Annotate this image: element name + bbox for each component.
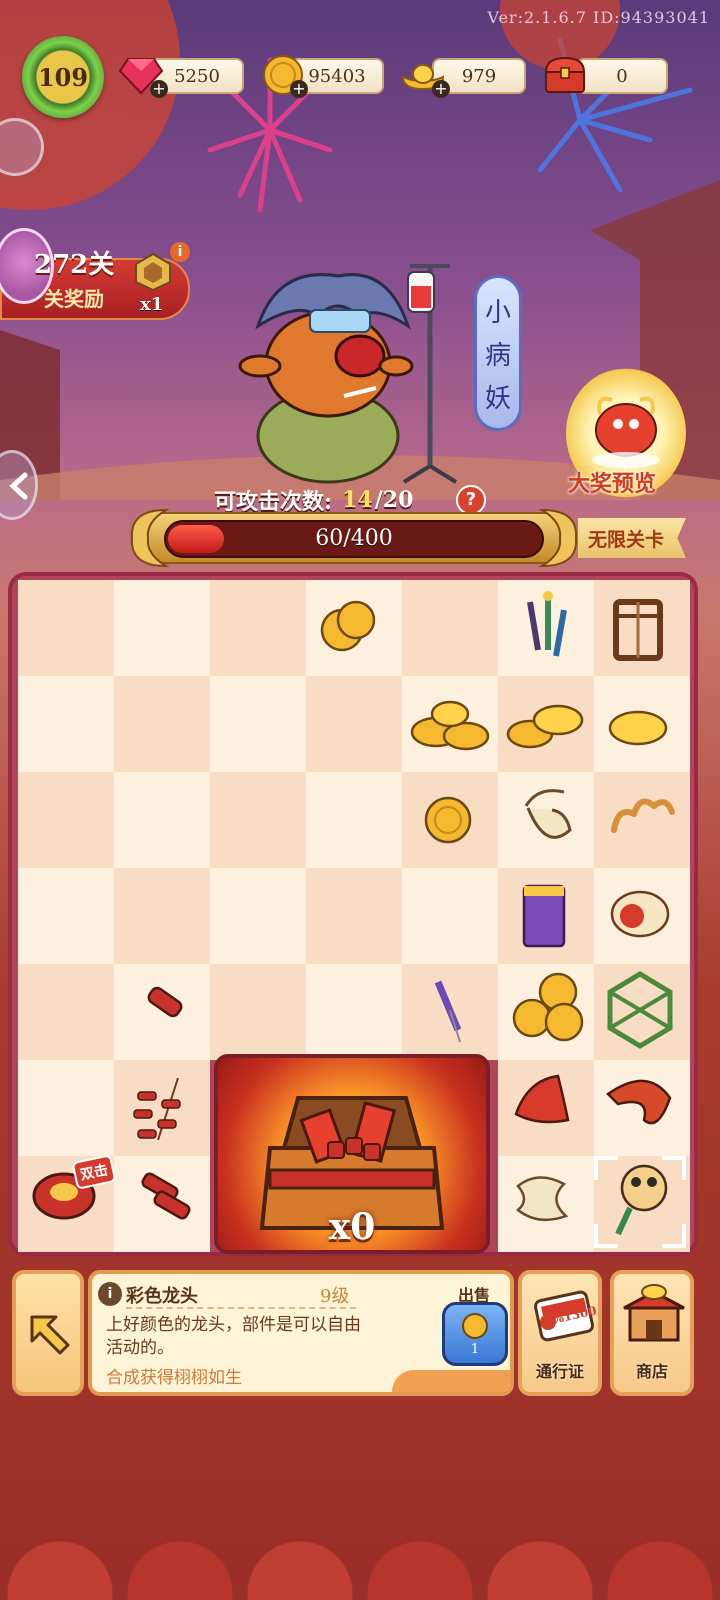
board-cell[interactable] bbox=[114, 580, 210, 676]
reward-medal-icon bbox=[130, 252, 176, 296]
board-cell[interactable] bbox=[498, 1060, 594, 1156]
board-cell[interactable] bbox=[18, 964, 114, 1060]
item-description: 上好颜色的龙头，部件是可以自由活动的。 bbox=[106, 1315, 361, 1358]
board-cell[interactable] bbox=[210, 772, 306, 868]
gold-ingot-value: 979 bbox=[461, 65, 497, 87]
board-cell[interactable] bbox=[210, 580, 306, 676]
board-cell[interactable] bbox=[402, 772, 498, 868]
board-cell[interactable] bbox=[114, 868, 210, 964]
cloud-wave-decoration bbox=[0, 1484, 720, 1600]
boss-hp-text: 60/400 bbox=[315, 526, 393, 551]
chevron-left-icon bbox=[9, 472, 28, 500]
board-cell[interactable] bbox=[18, 772, 114, 868]
stage-number: 272关 bbox=[34, 250, 115, 280]
board-cell[interactable] bbox=[498, 1156, 594, 1252]
chest-count: x0 bbox=[328, 1206, 376, 1248]
boss-character[interactable] bbox=[218, 246, 478, 490]
player-level-badge[interactable]: 109 bbox=[22, 36, 104, 118]
back-button[interactable] bbox=[12, 1270, 84, 1396]
board-cell[interactable] bbox=[114, 1156, 210, 1252]
arrow-back-icon bbox=[30, 1315, 70, 1355]
item-name: 彩色龙头 bbox=[126, 1286, 198, 1307]
battle-pass-button[interactable]: %1300 通行证 bbox=[518, 1270, 602, 1396]
sell-button[interactable]: 1 bbox=[442, 1302, 508, 1366]
boss-name-char-1: 小 bbox=[484, 297, 511, 328]
item-info-icon: i bbox=[98, 1282, 122, 1306]
battle-pass-label: 通行证 bbox=[535, 1362, 584, 1381]
board-cell[interactable] bbox=[498, 772, 594, 868]
board-cell[interactable] bbox=[402, 676, 498, 772]
board-cell[interactable] bbox=[306, 964, 402, 1060]
board-cell[interactable] bbox=[498, 868, 594, 964]
gem-value: 5250 bbox=[174, 65, 220, 87]
shop-button[interactable]: 商店 bbox=[610, 1270, 694, 1396]
coin-icon bbox=[462, 1312, 488, 1339]
chest-value: 0 bbox=[616, 65, 628, 87]
board-cell[interactable] bbox=[594, 964, 690, 1060]
board-cell[interactable] bbox=[114, 676, 210, 772]
board-cell[interactable] bbox=[498, 580, 594, 676]
attack-current: 14 bbox=[342, 487, 373, 513]
board-cell[interactable] bbox=[402, 964, 498, 1060]
add-coin-button[interactable]: + bbox=[290, 80, 308, 98]
item-level: 9级 bbox=[320, 1286, 350, 1307]
board-cell[interactable] bbox=[18, 868, 114, 964]
item-source: 合成获得栩栩如生 bbox=[106, 1368, 242, 1388]
board-cell[interactable] bbox=[114, 1060, 210, 1156]
reward-count: x1 bbox=[140, 294, 164, 315]
board-cell[interactable] bbox=[594, 772, 690, 868]
attack-max: /20 bbox=[374, 487, 414, 513]
board-cell[interactable] bbox=[210, 868, 306, 964]
boss-name-plaque: 小 病 妖 bbox=[474, 275, 522, 431]
board-cell[interactable] bbox=[402, 868, 498, 964]
board-cell[interactable] bbox=[114, 772, 210, 868]
board-cell[interactable] bbox=[114, 964, 210, 1060]
add-gold-ingot-button[interactable]: + bbox=[432, 80, 450, 98]
info-card-corner-decoration bbox=[392, 1370, 510, 1392]
board-cell[interactable] bbox=[306, 772, 402, 868]
board-cell[interactable] bbox=[594, 868, 690, 964]
board-cell[interactable] bbox=[306, 868, 402, 964]
board-cell[interactable] bbox=[498, 964, 594, 1060]
shop-icon bbox=[623, 1284, 685, 1342]
coin-value: 95403 bbox=[308, 65, 366, 87]
board-cell[interactable] bbox=[498, 676, 594, 772]
board-cell[interactable] bbox=[306, 580, 402, 676]
sell-price: 1 bbox=[470, 1341, 480, 1357]
selected-cell-highlight[interactable] bbox=[594, 1156, 686, 1248]
endless-stage-label: 无限关卡 bbox=[588, 528, 665, 551]
board-cell[interactable] bbox=[594, 676, 690, 772]
board-cell[interactable] bbox=[18, 1060, 114, 1156]
double-hit-text: 双击 bbox=[78, 1162, 110, 1184]
add-gem-button[interactable]: + bbox=[150, 80, 168, 98]
dragon-icon bbox=[592, 396, 660, 468]
grand-prize-label: 大奖预览 bbox=[568, 471, 657, 497]
shop-label: 商店 bbox=[635, 1362, 668, 1381]
board-cell[interactable] bbox=[210, 676, 306, 772]
player-level-text: 109 bbox=[37, 62, 89, 92]
boss-name-char-3: 妖 bbox=[484, 383, 511, 414]
board-cell[interactable] bbox=[210, 964, 306, 1060]
board-cell[interactable] bbox=[306, 676, 402, 772]
board-cell[interactable] bbox=[18, 580, 114, 676]
attack-help-button[interactable]: ? bbox=[456, 485, 486, 515]
stage-info-icon[interactable]: i bbox=[170, 242, 190, 262]
boss-name-char-2: 病 bbox=[484, 340, 511, 371]
board-cell[interactable] bbox=[594, 580, 690, 676]
endless-stage-button[interactable]: 无限关卡 bbox=[578, 518, 686, 558]
version-label: Ver:2.1.6.7 ID:94393041 bbox=[487, 8, 710, 27]
treasure-chest-icon bbox=[540, 50, 590, 100]
stage-reward-label: 关奖励 bbox=[44, 287, 104, 311]
board-cell[interactable] bbox=[18, 676, 114, 772]
item-divider bbox=[126, 1307, 356, 1309]
board-cell[interactable] bbox=[402, 580, 498, 676]
board-cell[interactable] bbox=[594, 1060, 690, 1156]
